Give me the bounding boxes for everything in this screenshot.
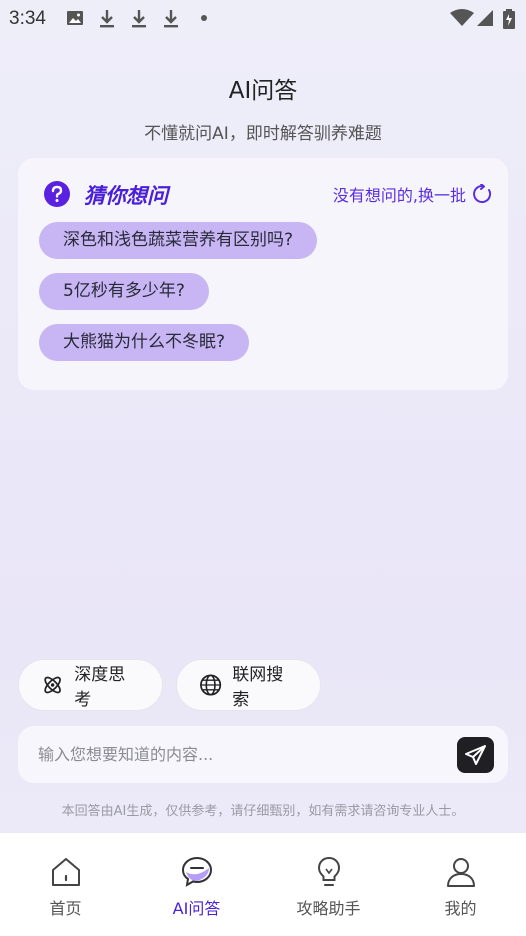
notification-dot-icon <box>201 15 207 21</box>
lightbulb-icon <box>317 856 340 886</box>
user-icon <box>446 858 475 887</box>
page-title: AI问答 <box>228 78 298 104</box>
chat-input[interactable] <box>38 726 438 783</box>
deep-think-label: 深度思考 <box>74 665 126 710</box>
deep-think-toggle[interactable]: 深度思考 <box>18 659 163 711</box>
refresh-button[interactable]: 没有想问的,换一批 <box>333 182 492 206</box>
chat-bubble-icon <box>181 856 212 887</box>
suggest-card-title: 猜你想问 <box>84 184 168 208</box>
tab-profile-label: 我的 <box>444 899 477 918</box>
download-icon <box>132 10 146 28</box>
download-icon <box>100 10 114 28</box>
send-icon <box>465 745 486 765</box>
refresh-label: 没有想问的,换一批 <box>332 186 466 205</box>
status-bar: 3:34 <box>0 0 526 36</box>
suggested-question-chip[interactable]: 5亿秒有多少年? <box>39 273 209 310</box>
refresh-icon <box>473 184 492 203</box>
web-search-toggle[interactable]: 联网搜索 <box>176 659 321 711</box>
question-icon <box>44 181 70 207</box>
suggested-question-chip[interactable]: 深色和浅色蔬菜营养有区别吗? <box>39 222 318 259</box>
tab-guide-assistant-label: 攻略助手 <box>296 899 361 918</box>
tab-home[interactable]: 首页 <box>0 833 131 936</box>
wifi-icon <box>450 9 474 26</box>
page-subtitle: 不懂就问AI，即时解答驯养难题 <box>144 124 382 144</box>
home-icon <box>51 858 80 886</box>
suggested-question-chip[interactable]: 大熊猫为什么不冬眠? <box>39 324 250 361</box>
gallery-icon <box>67 11 83 25</box>
signal-icon <box>477 10 493 26</box>
tab-ai-qa-label: AI问答 <box>172 899 221 918</box>
tab-ai-qa[interactable]: AI问答 <box>131 833 262 936</box>
send-button[interactable] <box>457 737 494 773</box>
tab-guide-assistant[interactable]: 攻略助手 <box>263 833 394 936</box>
atom-icon <box>44 676 61 694</box>
tab-profile[interactable]: 我的 <box>395 833 526 936</box>
bottom-tab-bar: 首页 AI问答 攻略助手 我的 <box>0 833 526 936</box>
status-time: 3:34 <box>9 8 46 29</box>
battery-icon <box>503 9 515 29</box>
chat-input-bar <box>18 726 508 783</box>
download-icon <box>164 10 178 28</box>
globe-icon <box>200 674 222 696</box>
suggest-card: 猜你想问 没有想问的,换一批 深色和浅色蔬菜营养有区别吗? 5亿秒有多少年? 大… <box>18 158 508 390</box>
tab-home-label: 首页 <box>49 899 82 918</box>
web-search-label: 联网搜索 <box>232 665 284 710</box>
ai-disclaimer: 本回答由AI生成，仅供参考，请仔细甄别，如有需求请咨询专业人士。 <box>61 804 465 819</box>
